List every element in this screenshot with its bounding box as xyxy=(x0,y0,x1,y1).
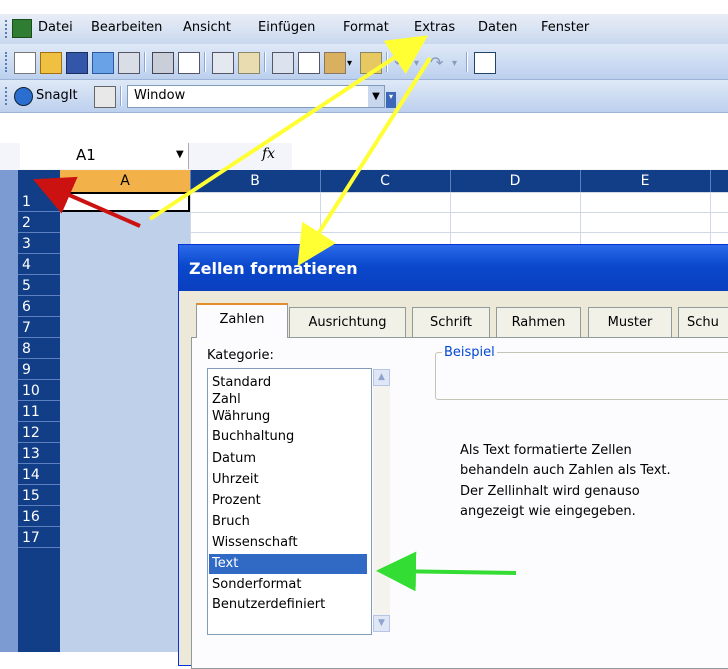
yellow-arrow-to-format xyxy=(148,35,429,221)
red-arrow-to-corner xyxy=(33,176,141,228)
yellow-arrow-to-dialog xyxy=(297,56,432,267)
green-arrow-to-text xyxy=(376,551,517,592)
annotation-overlay xyxy=(33,35,517,592)
